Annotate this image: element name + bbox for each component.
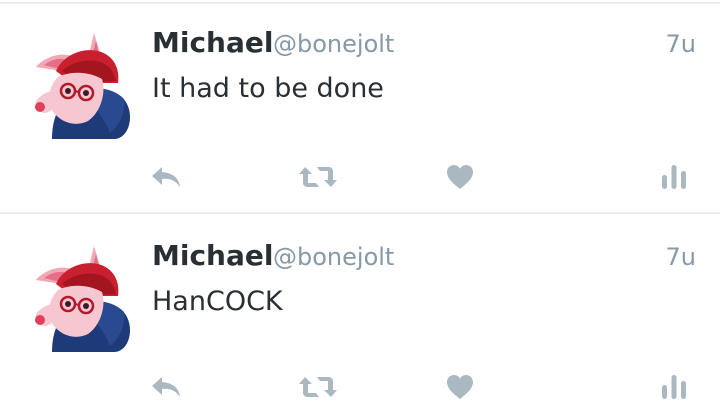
timestamp: 7u (665, 30, 696, 58)
analytics-button[interactable] (654, 160, 694, 194)
analytics-button[interactable] (654, 370, 694, 404)
retweet-button[interactable] (298, 160, 338, 194)
retweet-icon (299, 377, 337, 397)
display-name[interactable]: Michael (152, 26, 273, 59)
tweet-actions (0, 370, 720, 410)
like-icon (447, 375, 473, 399)
tweet-actions (0, 160, 720, 200)
user-handle[interactable]: @bonejolt (273, 30, 394, 58)
like-icon (447, 165, 473, 189)
avatar[interactable] (22, 240, 134, 352)
analytics-icon (662, 165, 686, 189)
like-button[interactable] (440, 160, 480, 194)
reply-icon (152, 167, 180, 187)
display-name[interactable]: Michael (152, 239, 273, 272)
fox-avatar-icon (22, 27, 134, 139)
user-handle[interactable]: @bonejolt (273, 243, 394, 271)
fox-avatar-icon (22, 240, 134, 352)
avatar[interactable] (22, 27, 134, 139)
tweet-text: HanCOCK (152, 286, 283, 317)
timeline: Michael @bonejolt 7u It had to be done M… (0, 0, 720, 414)
retweet-icon (299, 167, 337, 187)
like-button[interactable] (440, 370, 480, 404)
tweet-card[interactable]: Michael @bonejolt 7u It had to be done (0, 0, 720, 212)
timestamp: 7u (665, 243, 696, 271)
retweet-button[interactable] (298, 370, 338, 404)
reply-icon (152, 377, 180, 397)
tweet-card[interactable]: Michael @bonejolt 7u HanCOCK (0, 213, 720, 414)
reply-button[interactable] (146, 160, 186, 194)
analytics-icon (662, 375, 686, 399)
tweet-text: It had to be done (152, 73, 384, 104)
reply-button[interactable] (146, 370, 186, 404)
